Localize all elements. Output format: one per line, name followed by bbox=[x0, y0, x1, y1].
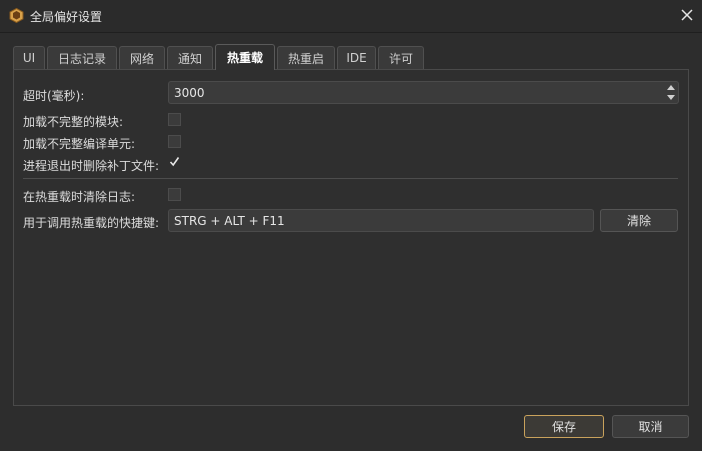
clear-log-label: 在热重载时清除日志: bbox=[23, 190, 136, 204]
tab-hot-restart[interactable]: 热重启 bbox=[277, 46, 335, 69]
shortcut-value: STRG + ALT + F11 bbox=[174, 214, 285, 228]
spin-up-icon[interactable] bbox=[666, 83, 676, 92]
tab-ui[interactable]: UI bbox=[13, 46, 45, 69]
shortcut-input[interactable]: STRG + ALT + F11 bbox=[168, 209, 594, 232]
clear-shortcut-button[interactable]: 清除 bbox=[600, 209, 678, 232]
timeout-value: 3000 bbox=[174, 86, 205, 100]
load-incomplete-units-checkbox[interactable] bbox=[168, 135, 181, 148]
checkmark-icon bbox=[169, 156, 180, 170]
cancel-button[interactable]: 取消 bbox=[612, 415, 689, 438]
tab-hot-reload[interactable]: 热重载 bbox=[215, 44, 275, 70]
shortcut-label: 用于调用热重载的快捷键: bbox=[23, 216, 160, 230]
tab-license[interactable]: 许可 bbox=[378, 46, 424, 69]
close-icon bbox=[681, 8, 693, 24]
spin-down-icon[interactable] bbox=[666, 93, 676, 102]
save-button[interactable]: 保存 bbox=[524, 415, 604, 438]
load-incomplete-modules-checkbox[interactable] bbox=[168, 113, 181, 126]
app-logo-icon bbox=[9, 7, 24, 24]
separator bbox=[23, 178, 678, 179]
tab-network[interactable]: 网络 bbox=[119, 46, 165, 69]
hot-reload-panel: 超时(毫秒): 3000 加载不完整的模块: 加载不完整编译单元: 进程退出时删… bbox=[13, 69, 689, 406]
title-bar: 全局偏好设置 bbox=[0, 0, 702, 33]
close-button[interactable] bbox=[672, 0, 702, 32]
delete-patch-label: 进程退出时删除补丁文件: bbox=[23, 159, 160, 173]
tab-notifications[interactable]: 通知 bbox=[167, 46, 213, 69]
load-incomplete-modules-label: 加载不完整的模块: bbox=[23, 115, 124, 129]
tab-logging[interactable]: 日志记录 bbox=[47, 46, 117, 69]
tab-ide[interactable]: IDE bbox=[337, 46, 376, 69]
spin-arrows bbox=[665, 83, 677, 102]
timeout-spinbox[interactable]: 3000 bbox=[168, 81, 679, 104]
load-incomplete-units-label: 加载不完整编译单元: bbox=[23, 137, 136, 151]
clear-log-checkbox[interactable] bbox=[168, 188, 181, 201]
tab-bar: UI 日志记录 网络 通知 热重载 热重启 IDE 许可 bbox=[13, 44, 426, 70]
timeout-label: 超时(毫秒): bbox=[23, 89, 85, 103]
delete-patch-checkbox[interactable] bbox=[167, 156, 181, 170]
window-title: 全局偏好设置 bbox=[30, 10, 103, 24]
